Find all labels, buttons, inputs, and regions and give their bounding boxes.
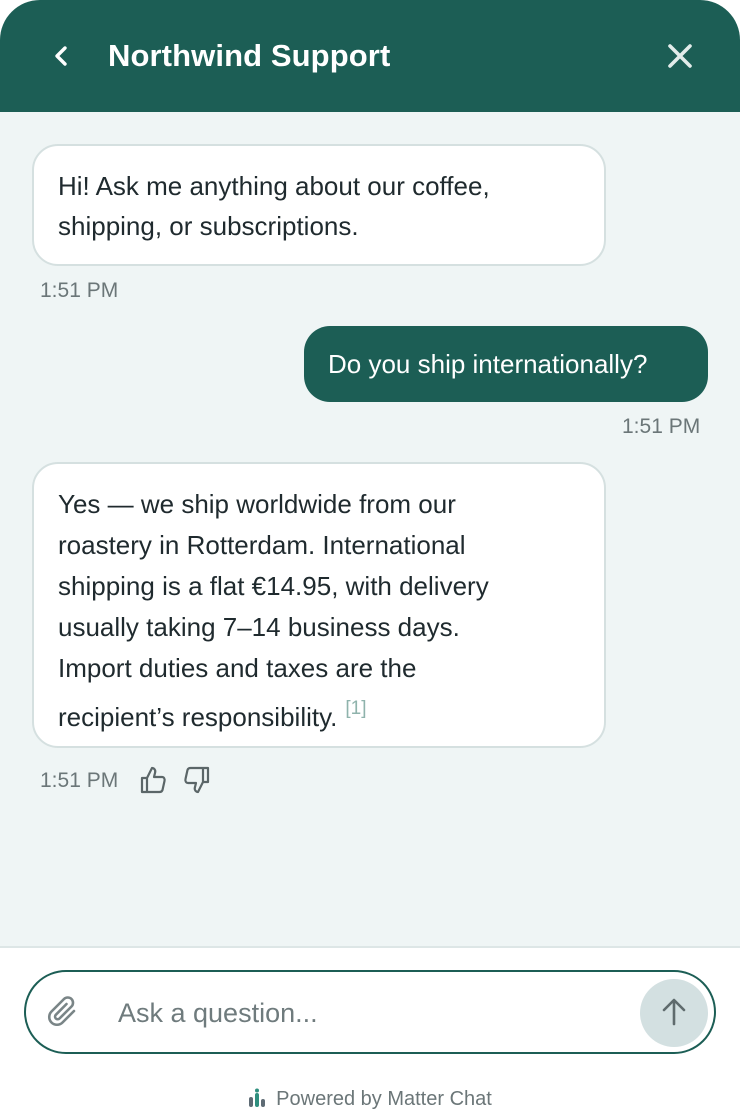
back-button[interactable] bbox=[44, 38, 78, 74]
arrow-up-icon bbox=[662, 998, 686, 1026]
send-button[interactable] bbox=[640, 979, 708, 1047]
close-icon bbox=[668, 44, 692, 68]
message-line-last: recipient’s responsibility. [1] bbox=[58, 689, 580, 732]
message-line: Import duties and taxes are the bbox=[58, 653, 417, 683]
chat-title: Northwind Support bbox=[108, 38, 391, 73]
message-composer bbox=[24, 970, 716, 1054]
thumbs-up-icon bbox=[140, 766, 166, 794]
attach-button[interactable] bbox=[46, 994, 82, 1032]
chat-widget: Northwind Support Hi! Ask me anything ab… bbox=[0, 0, 740, 1120]
message-timestamp: 1:51 PM bbox=[40, 769, 119, 792]
close-button[interactable] bbox=[662, 38, 698, 74]
citation-link[interactable]: [1] bbox=[345, 698, 366, 719]
chevron-left-icon bbox=[55, 46, 67, 66]
powered-by-text: Powered by Matter Chat bbox=[276, 1088, 492, 1110]
message-line: shipping is a flat €14.95, with delivery bbox=[58, 571, 489, 601]
message-timestamp: 1:51 PM bbox=[622, 415, 701, 438]
powered-by: Powered by Matter Chat bbox=[0, 1086, 740, 1112]
message-timestamp: 1:51 PM bbox=[40, 279, 119, 302]
bot-message: Hi! Ask me anything about our coffee, sh… bbox=[32, 144, 606, 266]
message-line: recipient’s responsibility. bbox=[58, 702, 338, 732]
thumbs-down-icon bbox=[184, 766, 210, 794]
paperclip-icon bbox=[47, 996, 76, 1027]
matter-chat-logo-icon bbox=[248, 1088, 266, 1108]
message-line: shipping, or subscriptions. bbox=[58, 211, 359, 241]
message-line: usually taking 7–14 business days. bbox=[58, 612, 460, 642]
message-line: Yes — we ship worldwide from our bbox=[58, 489, 456, 519]
chat-header: Northwind Support bbox=[0, 0, 740, 112]
message-line: roastery in Rotterdam. International bbox=[58, 530, 466, 560]
thumbs-down-button[interactable] bbox=[183, 764, 211, 796]
composer-area: Powered by Matter Chat bbox=[0, 946, 740, 1120]
message-line: Hi! Ask me anything about our coffee, bbox=[58, 171, 490, 201]
user-message: Do you ship internationally? bbox=[304, 326, 708, 402]
bot-message: Yes — we ship worldwide from our roaster… bbox=[32, 462, 606, 748]
thumbs-up-button[interactable] bbox=[139, 764, 167, 796]
question-input[interactable] bbox=[118, 990, 618, 1036]
